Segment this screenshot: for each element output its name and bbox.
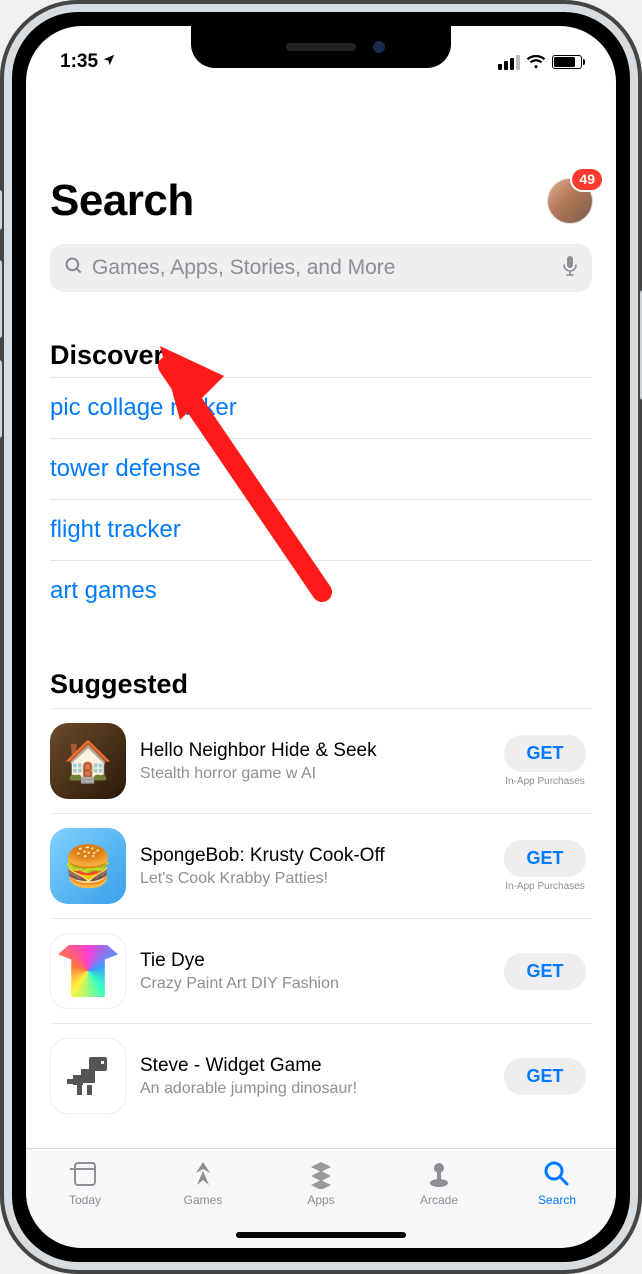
app-icon: 🍔 <box>50 828 126 904</box>
app-icon <box>50 933 126 1009</box>
tab-apps[interactable]: Apps <box>262 1159 380 1207</box>
app-subtitle: Stealth horror game w AI <box>140 765 484 783</box>
home-indicator[interactable] <box>236 1232 406 1238</box>
tab-arcade[interactable]: Arcade <box>380 1159 498 1207</box>
app-subtitle: Crazy Paint Art DIY Fashion <box>140 975 484 993</box>
mute-switch <box>0 190 2 230</box>
phone-frame: 1:35 Search 49 <box>0 0 642 1274</box>
dictation-icon[interactable] <box>562 255 578 282</box>
suggested-list: 🏠 Hello Neighbor Hide & Seek Stealth hor… <box>50 708 592 1128</box>
app-icon: 🏠 <box>50 723 126 799</box>
app-subtitle: An adorable jumping dinosaur! <box>140 1080 484 1098</box>
location-icon <box>102 51 116 73</box>
discover-item[interactable]: tower defense <box>50 438 592 499</box>
app-name: Hello Neighbor Hide & Seek <box>140 739 484 763</box>
search-field[interactable] <box>50 244 592 292</box>
updates-badge: 49 <box>572 169 602 190</box>
app-row[interactable]: Tie Dye Crazy Paint Art DIY Fashion GET <box>50 918 592 1023</box>
wifi-icon <box>526 55 546 69</box>
discover-heading: Discover <box>50 340 592 371</box>
in-app-purchases-label: In-App Purchases <box>505 776 585 787</box>
get-button[interactable]: GET <box>504 1058 585 1095</box>
discover-item[interactable]: art games <box>50 560 592 621</box>
get-button[interactable]: GET <box>504 840 585 877</box>
volume-down-button <box>0 360 2 438</box>
app-row[interactable]: Steve - Widget Game An adorable jumping … <box>50 1023 592 1128</box>
app-name: Tie Dye <box>140 949 484 973</box>
tab-today[interactable]: Today <box>26 1159 144 1207</box>
app-name: SpongeBob: Krusty Cook-Off <box>140 844 484 868</box>
screen: 1:35 Search 49 <box>26 26 616 1248</box>
app-name: Steve - Widget Game <box>140 1054 484 1078</box>
cellular-signal-icon <box>498 55 520 70</box>
get-button[interactable]: GET <box>504 735 585 772</box>
tab-label: Apps <box>307 1193 334 1207</box>
tab-label: Search <box>538 1193 576 1207</box>
notch <box>191 26 451 68</box>
in-app-purchases-label: In-App Purchases <box>505 881 585 892</box>
status-time: 1:35 <box>60 51 98 73</box>
app-icon <box>50 1038 126 1114</box>
tab-label: Today <box>69 1193 101 1207</box>
tab-search[interactable]: Search <box>498 1159 616 1207</box>
discover-item[interactable]: flight tracker <box>50 499 592 560</box>
tab-label: Games <box>184 1193 223 1207</box>
tab-bar: Today Games Apps Arcade Search <box>26 1148 616 1248</box>
search-icon <box>64 256 84 281</box>
discover-item[interactable]: pic collage maker <box>50 377 592 438</box>
volume-up-button <box>0 260 2 338</box>
account-avatar[interactable]: 49 <box>548 179 592 223</box>
content-area: Search 49 <box>26 84 616 1148</box>
app-row[interactable]: 🏠 Hello Neighbor Hide & Seek Stealth hor… <box>50 708 592 813</box>
get-button[interactable]: GET <box>504 953 585 990</box>
page-title: Search <box>50 176 194 226</box>
tab-label: Arcade <box>420 1193 458 1207</box>
tab-games[interactable]: Games <box>144 1159 262 1207</box>
app-subtitle: Let's Cook Krabby Patties! <box>140 870 484 888</box>
battery-icon <box>552 55 582 69</box>
app-row[interactable]: 🍔 SpongeBob: Krusty Cook-Off Let's Cook … <box>50 813 592 918</box>
suggested-heading: Suggested <box>50 669 592 700</box>
discover-list: pic collage maker tower defense flight t… <box>50 377 592 621</box>
search-input[interactable] <box>92 256 554 280</box>
